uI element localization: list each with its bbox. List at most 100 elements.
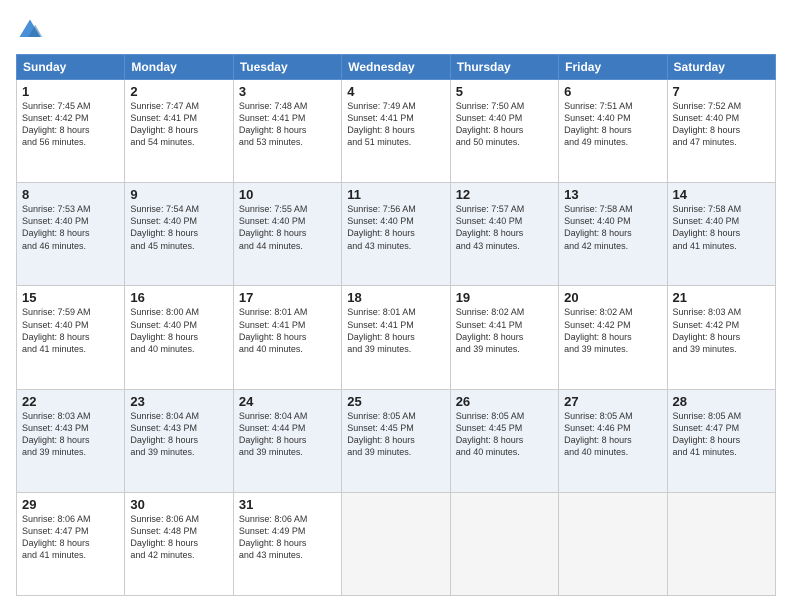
cell-info: Sunrise: 8:02 AMSunset: 4:41 PMDaylight:… [456,306,553,355]
calendar-cell: 25Sunrise: 8:05 AMSunset: 4:45 PMDayligh… [342,389,450,492]
day-header-thursday: Thursday [450,55,558,80]
calendar-cell [450,492,558,595]
calendar-cell: 8Sunrise: 7:53 AMSunset: 4:40 PMDaylight… [17,183,125,286]
day-number: 4 [347,84,444,99]
day-number: 5 [456,84,553,99]
day-number: 19 [456,290,553,305]
calendar-cell: 27Sunrise: 8:05 AMSunset: 4:46 PMDayligh… [559,389,667,492]
cell-info: Sunrise: 8:04 AMSunset: 4:44 PMDaylight:… [239,410,336,459]
cell-info: Sunrise: 8:05 AMSunset: 4:45 PMDaylight:… [347,410,444,459]
day-number: 20 [564,290,661,305]
calendar-cell: 28Sunrise: 8:05 AMSunset: 4:47 PMDayligh… [667,389,775,492]
day-number: 30 [130,497,227,512]
calendar-cell: 11Sunrise: 7:56 AMSunset: 4:40 PMDayligh… [342,183,450,286]
header-row: SundayMondayTuesdayWednesdayThursdayFrid… [17,55,776,80]
day-header-wednesday: Wednesday [342,55,450,80]
cell-info: Sunrise: 8:02 AMSunset: 4:42 PMDaylight:… [564,306,661,355]
day-number: 12 [456,187,553,202]
day-number: 23 [130,394,227,409]
cell-info: Sunrise: 8:06 AMSunset: 4:49 PMDaylight:… [239,513,336,562]
cell-info: Sunrise: 7:57 AMSunset: 4:40 PMDaylight:… [456,203,553,252]
day-number: 16 [130,290,227,305]
week-row-4: 22Sunrise: 8:03 AMSunset: 4:43 PMDayligh… [17,389,776,492]
cell-info: Sunrise: 8:04 AMSunset: 4:43 PMDaylight:… [130,410,227,459]
day-header-tuesday: Tuesday [233,55,341,80]
week-row-3: 15Sunrise: 7:59 AMSunset: 4:40 PMDayligh… [17,286,776,389]
cell-info: Sunrise: 8:05 AMSunset: 4:47 PMDaylight:… [673,410,770,459]
calendar-cell [342,492,450,595]
cell-info: Sunrise: 8:05 AMSunset: 4:46 PMDaylight:… [564,410,661,459]
page: SundayMondayTuesdayWednesdayThursdayFrid… [0,0,792,612]
cell-info: Sunrise: 8:00 AMSunset: 4:40 PMDaylight:… [130,306,227,355]
calendar-cell [559,492,667,595]
cell-info: Sunrise: 7:52 AMSunset: 4:40 PMDaylight:… [673,100,770,149]
day-number: 28 [673,394,770,409]
cell-info: Sunrise: 7:49 AMSunset: 4:41 PMDaylight:… [347,100,444,149]
day-number: 24 [239,394,336,409]
calendar-cell: 9Sunrise: 7:54 AMSunset: 4:40 PMDaylight… [125,183,233,286]
cell-info: Sunrise: 7:51 AMSunset: 4:40 PMDaylight:… [564,100,661,149]
calendar-cell: 6Sunrise: 7:51 AMSunset: 4:40 PMDaylight… [559,80,667,183]
calendar-cell: 1Sunrise: 7:45 AMSunset: 4:42 PMDaylight… [17,80,125,183]
calendar-cell: 16Sunrise: 8:00 AMSunset: 4:40 PMDayligh… [125,286,233,389]
calendar-cell: 22Sunrise: 8:03 AMSunset: 4:43 PMDayligh… [17,389,125,492]
calendar-cell: 3Sunrise: 7:48 AMSunset: 4:41 PMDaylight… [233,80,341,183]
cell-info: Sunrise: 7:55 AMSunset: 4:40 PMDaylight:… [239,203,336,252]
cell-info: Sunrise: 8:01 AMSunset: 4:41 PMDaylight:… [239,306,336,355]
calendar-cell: 24Sunrise: 8:04 AMSunset: 4:44 PMDayligh… [233,389,341,492]
day-number: 11 [347,187,444,202]
day-number: 6 [564,84,661,99]
cell-info: Sunrise: 7:54 AMSunset: 4:40 PMDaylight:… [130,203,227,252]
cell-info: Sunrise: 7:45 AMSunset: 4:42 PMDaylight:… [22,100,119,149]
calendar-cell [667,492,775,595]
calendar-cell: 12Sunrise: 7:57 AMSunset: 4:40 PMDayligh… [450,183,558,286]
cell-info: Sunrise: 7:53 AMSunset: 4:40 PMDaylight:… [22,203,119,252]
day-number: 17 [239,290,336,305]
cell-info: Sunrise: 8:01 AMSunset: 4:41 PMDaylight:… [347,306,444,355]
logo [16,16,48,44]
cell-info: Sunrise: 7:56 AMSunset: 4:40 PMDaylight:… [347,203,444,252]
cell-info: Sunrise: 8:06 AMSunset: 4:48 PMDaylight:… [130,513,227,562]
calendar-cell: 2Sunrise: 7:47 AMSunset: 4:41 PMDaylight… [125,80,233,183]
cell-info: Sunrise: 7:59 AMSunset: 4:40 PMDaylight:… [22,306,119,355]
calendar-cell: 29Sunrise: 8:06 AMSunset: 4:47 PMDayligh… [17,492,125,595]
calendar-cell: 4Sunrise: 7:49 AMSunset: 4:41 PMDaylight… [342,80,450,183]
day-number: 27 [564,394,661,409]
day-header-sunday: Sunday [17,55,125,80]
calendar-cell: 17Sunrise: 8:01 AMSunset: 4:41 PMDayligh… [233,286,341,389]
cell-info: Sunrise: 7:48 AMSunset: 4:41 PMDaylight:… [239,100,336,149]
day-number: 14 [673,187,770,202]
week-row-2: 8Sunrise: 7:53 AMSunset: 4:40 PMDaylight… [17,183,776,286]
cell-info: Sunrise: 7:58 AMSunset: 4:40 PMDaylight:… [673,203,770,252]
day-header-saturday: Saturday [667,55,775,80]
cell-info: Sunrise: 8:06 AMSunset: 4:47 PMDaylight:… [22,513,119,562]
day-number: 9 [130,187,227,202]
cell-info: Sunrise: 8:05 AMSunset: 4:45 PMDaylight:… [456,410,553,459]
day-number: 29 [22,497,119,512]
calendar-cell: 21Sunrise: 8:03 AMSunset: 4:42 PMDayligh… [667,286,775,389]
logo-icon [16,16,44,44]
day-number: 7 [673,84,770,99]
calendar-cell: 30Sunrise: 8:06 AMSunset: 4:48 PMDayligh… [125,492,233,595]
day-number: 2 [130,84,227,99]
cell-info: Sunrise: 8:03 AMSunset: 4:42 PMDaylight:… [673,306,770,355]
calendar-cell: 14Sunrise: 7:58 AMSunset: 4:40 PMDayligh… [667,183,775,286]
cell-info: Sunrise: 8:03 AMSunset: 4:43 PMDaylight:… [22,410,119,459]
cell-info: Sunrise: 7:47 AMSunset: 4:41 PMDaylight:… [130,100,227,149]
day-number: 3 [239,84,336,99]
calendar-cell: 13Sunrise: 7:58 AMSunset: 4:40 PMDayligh… [559,183,667,286]
day-number: 18 [347,290,444,305]
day-number: 22 [22,394,119,409]
calendar-cell: 15Sunrise: 7:59 AMSunset: 4:40 PMDayligh… [17,286,125,389]
day-header-monday: Monday [125,55,233,80]
cell-info: Sunrise: 7:58 AMSunset: 4:40 PMDaylight:… [564,203,661,252]
day-number: 8 [22,187,119,202]
week-row-1: 1Sunrise: 7:45 AMSunset: 4:42 PMDaylight… [17,80,776,183]
week-row-5: 29Sunrise: 8:06 AMSunset: 4:47 PMDayligh… [17,492,776,595]
calendar-cell: 5Sunrise: 7:50 AMSunset: 4:40 PMDaylight… [450,80,558,183]
calendar-cell: 19Sunrise: 8:02 AMSunset: 4:41 PMDayligh… [450,286,558,389]
calendar-cell: 10Sunrise: 7:55 AMSunset: 4:40 PMDayligh… [233,183,341,286]
calendar-cell: 26Sunrise: 8:05 AMSunset: 4:45 PMDayligh… [450,389,558,492]
calendar-cell: 31Sunrise: 8:06 AMSunset: 4:49 PMDayligh… [233,492,341,595]
day-number: 25 [347,394,444,409]
